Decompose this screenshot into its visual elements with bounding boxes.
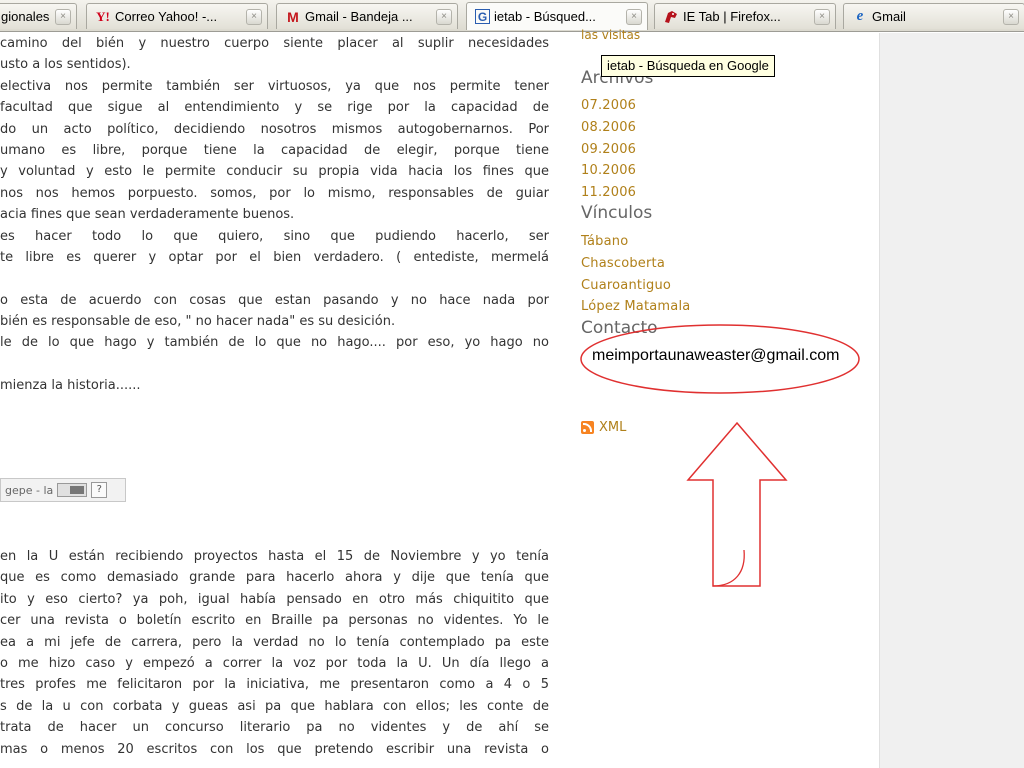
text-line: bién es responsable de eso, " no hacer n… <box>0 314 396 330</box>
tab-label: ietab - Búsqued... <box>494 9 596 24</box>
yahoo-icon: Y! <box>96 8 110 24</box>
text-line: do un acto político, decidiendo nosotros… <box>0 121 549 137</box>
tab-tooltip: ietab - Búsqueda en Google <box>601 55 775 77</box>
tab-label: Gmail <box>872 9 906 24</box>
arrow-curl <box>712 549 745 587</box>
ietab-icon <box>663 9 679 25</box>
tab-gmail-bandeja[interactable]: M Gmail - Bandeja ... × <box>276 3 458 29</box>
text-line: umano es libre, porque tiene la capacida… <box>0 142 549 158</box>
text-line: o me hizo caso y empezó a correr la voz … <box>0 655 549 671</box>
text-line: te libre es querer y optar por el bien v… <box>0 249 549 265</box>
tab-ietab-busqueda[interactable]: G ietab - Búsqued... × <box>466 2 648 30</box>
text-line: mas o menos 20 escritos con los que pret… <box>0 741 549 757</box>
text-line: que es como demasiado grande para hacerl… <box>0 570 549 586</box>
tab-label: Gmail - Bandeja ... <box>305 9 413 24</box>
rss-icon <box>581 421 594 434</box>
archive-link[interactable]: 08.2006 <box>581 120 636 135</box>
archive-link[interactable]: 10.2006 <box>581 163 636 178</box>
gmail-icon: M <box>287 8 299 25</box>
tab-strip: gionales × Y! Correo Yahoo! -... × M Gma… <box>0 0 1024 32</box>
close-icon[interactable]: × <box>246 8 262 25</box>
archive-link[interactable]: 09.2006 <box>581 142 636 157</box>
widget-label: gepe - la <box>5 483 54 497</box>
archive-link[interactable]: 07.2006 <box>581 98 636 113</box>
text-line: usto a los sentidos). <box>0 57 131 73</box>
text-line: mienza la historia...... <box>0 378 141 394</box>
text-line: ito y eso cierto? ya poh, igual había pe… <box>0 591 549 607</box>
blog-link[interactable]: Cuaroantiguo <box>581 278 671 293</box>
close-icon[interactable]: × <box>1003 8 1019 25</box>
xml-feed-link[interactable]: XML <box>581 420 626 435</box>
google-icon: G <box>475 9 490 24</box>
close-icon[interactable]: × <box>436 8 452 25</box>
text-line: en la U están recibiendo proyectos hasta… <box>0 549 549 564</box>
contact-email[interactable]: meimportaunaweaster@gmail.com <box>592 347 839 365</box>
text-line: es hacer todo lo que quiero, sino que pu… <box>0 228 549 244</box>
text-line: cer una revista o boletín escrito en Bra… <box>0 613 549 629</box>
tab-label: Correo Yahoo! -... <box>115 9 218 24</box>
archive-link[interactable]: 11.2006 <box>581 185 636 200</box>
xml-label: XML <box>599 420 627 435</box>
links-heading: Vínculos <box>581 203 653 223</box>
blog-link[interactable]: López Matamala <box>581 299 690 314</box>
text-line: le de lo que hago y también de lo que no… <box>0 335 549 351</box>
tab-ie-tab-firefox[interactable]: IE Tab | Firefox... × <box>654 3 836 29</box>
text-line: acia fines que sean verdaderamente bueno… <box>0 207 295 223</box>
text-line: y voluntad y esto le permite conducir su… <box>0 164 549 180</box>
text-line: electiva nos permite también ser virtuos… <box>0 78 549 94</box>
text-line: tres profes me felicitaron por la inicia… <box>0 677 549 693</box>
post-body: camino del bién y nuestro cuerpo siente … <box>0 33 549 397</box>
close-icon[interactable]: × <box>626 8 642 25</box>
text-line: camino del bién y nuestro cuerpo siente … <box>0 36 549 51</box>
pointing-arrow <box>686 421 788 587</box>
text-line: o esta de acuerdo con cosas que estan pa… <box>0 292 549 308</box>
text-line: facultad que sigue al entendimiento y se… <box>0 100 549 116</box>
text-line <box>0 354 549 375</box>
text-line: ea a mi jefe de carrera, pero la verdad … <box>0 634 549 650</box>
widget-control[interactable] <box>57 483 88 497</box>
tab-gmail[interactable]: e Gmail × <box>843 3 1024 29</box>
tab-label: gionales <box>1 9 50 24</box>
tab-regionales[interactable]: gionales × <box>0 3 77 29</box>
blog-link[interactable]: Chascoberta <box>581 256 665 271</box>
text-line <box>0 268 549 289</box>
tab-correo-yahoo[interactable]: Y! Correo Yahoo! -... × <box>86 3 268 29</box>
ie-icon: e <box>856 8 864 24</box>
close-icon[interactable]: × <box>814 8 830 25</box>
post-body-continued: en la U están recibiendo proyectos hasta… <box>0 546 549 760</box>
contact-heading: Contacto <box>581 318 658 338</box>
text-line: trata de hacer un concurso literario pa … <box>0 720 549 736</box>
blog-link[interactable]: Tábano <box>581 234 628 249</box>
tab-label: IE Tab | Firefox... <box>683 9 781 24</box>
help-button[interactable]: ? <box>91 482 108 498</box>
text-line: s de la u con corbata y gueas asi pa que… <box>0 698 549 714</box>
close-icon[interactable]: × <box>55 8 71 25</box>
page-margin <box>879 33 1024 768</box>
video-widget[interactable]: gepe - la ? <box>0 478 126 502</box>
sidebar-visits-link[interactable]: las visitas <box>581 28 640 42</box>
text-line: nos nos hemos porpuesto. somos, por lo m… <box>0 185 549 201</box>
